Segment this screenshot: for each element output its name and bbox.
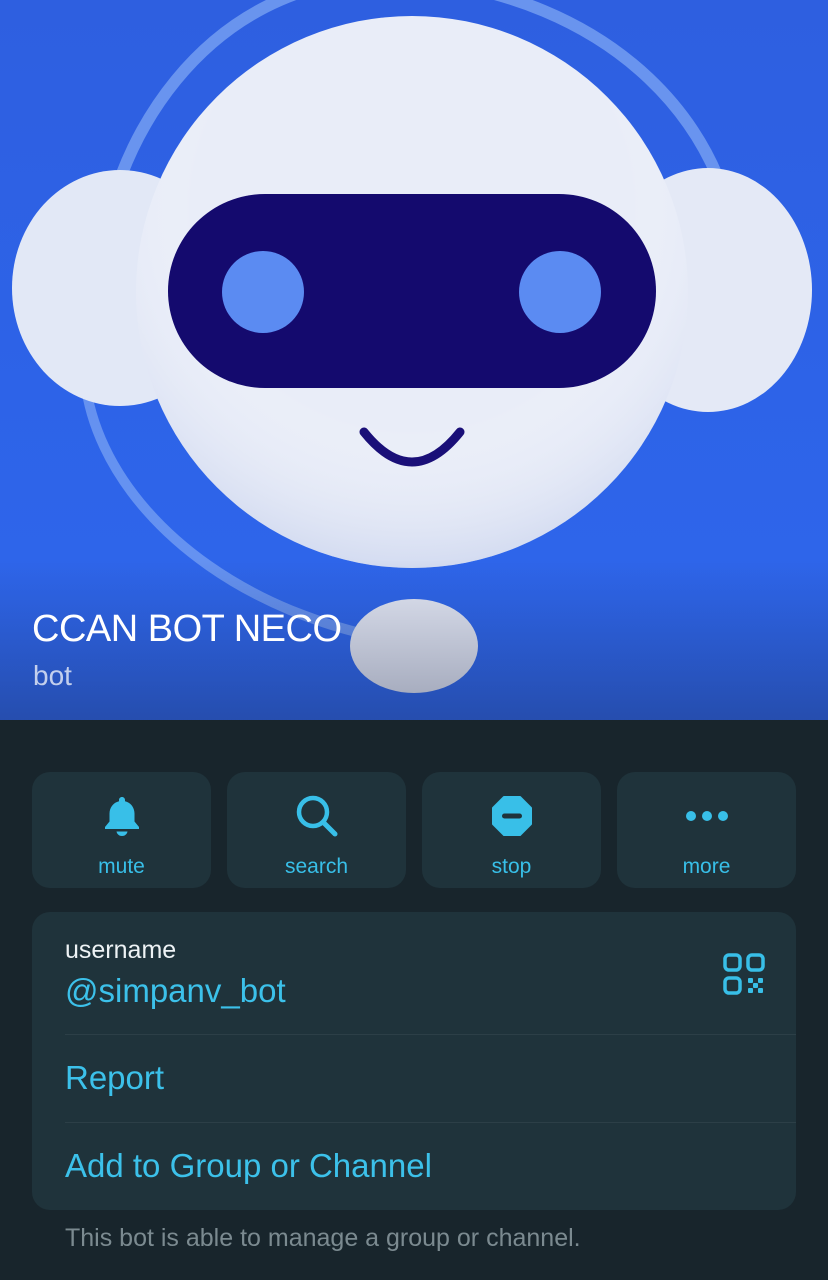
bell-icon xyxy=(100,794,144,838)
stop-label: stop xyxy=(491,855,532,878)
stop-button[interactable]: stop xyxy=(422,772,601,888)
add-to-group-label: Add to Group or Channel xyxy=(65,1147,432,1184)
qr-code-icon[interactable] xyxy=(722,952,766,996)
username-value[interactable]: @simpanv_bot xyxy=(65,972,286,1010)
search-button[interactable]: search xyxy=(227,772,406,888)
report-label: Report xyxy=(65,1059,165,1096)
username-row[interactable]: username @simpanv_bot xyxy=(32,912,796,1034)
add-to-group-row[interactable]: Add to Group or Channel xyxy=(32,1123,796,1210)
search-label: search xyxy=(284,855,349,878)
username-label: username xyxy=(65,936,177,964)
more-dots-icon xyxy=(685,794,729,838)
report-row[interactable]: Report xyxy=(32,1035,796,1123)
action-buttons-row: mute search stop more xyxy=(32,772,796,888)
more-label: more xyxy=(682,855,731,878)
bot-profile-screen: CCAN BOT NECO bot mute search stop more … xyxy=(0,0,828,1280)
bot-admin-footnote: This bot is able to manage a group or ch… xyxy=(65,1224,581,1252)
bot-info-card: username @simpanv_bot Report Add to Grou… xyxy=(32,912,796,1210)
search-icon xyxy=(295,794,339,838)
stop-icon xyxy=(490,794,534,838)
profile-subtitle: bot xyxy=(33,660,72,691)
mute-label: mute xyxy=(98,855,145,878)
profile-name: CCAN BOT NECO xyxy=(32,608,342,650)
profile-avatar[interactable]: CCAN BOT NECO bot xyxy=(0,0,828,720)
mute-button[interactable]: mute xyxy=(32,772,211,888)
more-button[interactable]: more xyxy=(617,772,796,888)
